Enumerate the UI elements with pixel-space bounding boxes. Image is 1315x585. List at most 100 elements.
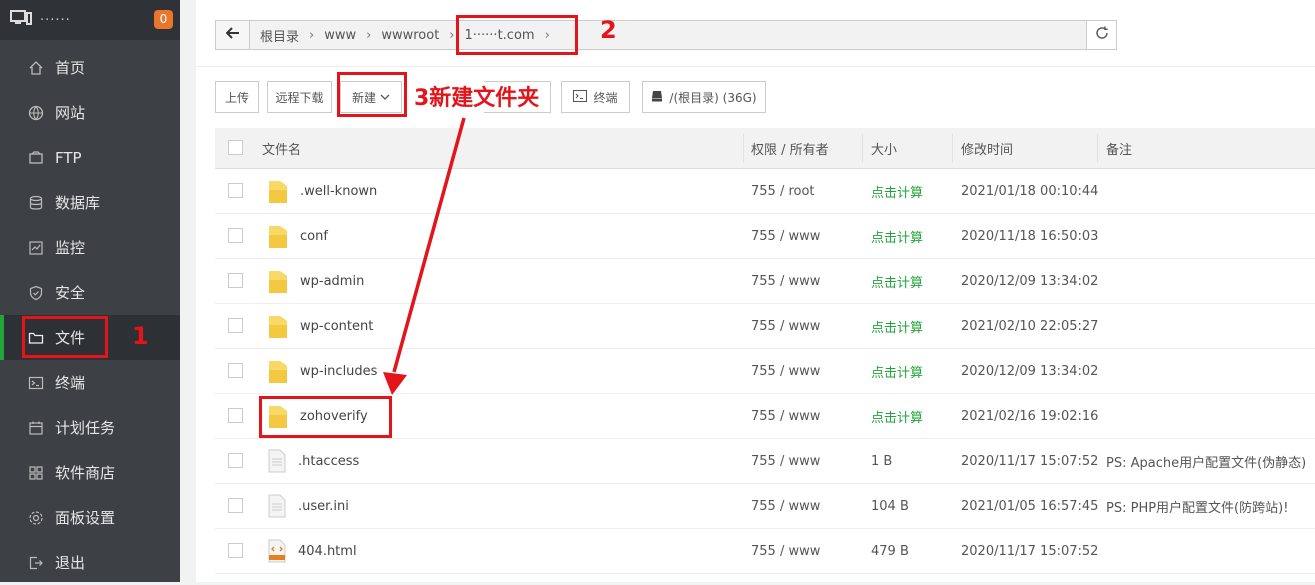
file-name[interactable]: wp-content bbox=[300, 319, 373, 334]
folder-icon bbox=[268, 178, 288, 204]
file-name-cell[interactable]: .well-known bbox=[262, 169, 377, 213]
column-header-name[interactable]: 文件名 bbox=[262, 128, 301, 168]
sidebar-item-ftp[interactable]: FTP bbox=[0, 135, 180, 180]
sidebar-item-label: FTP bbox=[55, 148, 82, 167]
breadcrumb-item-root[interactable]: 根目录 › bbox=[260, 26, 314, 45]
permission-cell[interactable]: 755 / www bbox=[751, 529, 820, 573]
upload-button[interactable]: 上传 bbox=[215, 81, 259, 113]
remote-download-button[interactable]: 远程下载 bbox=[267, 81, 332, 113]
size-cell: 479 B bbox=[871, 543, 909, 559]
column-header-size[interactable]: 大小 bbox=[871, 128, 897, 168]
size-cell[interactable]: 点击计算 bbox=[871, 169, 923, 213]
sidebar-item-home[interactable]: 首页 bbox=[0, 45, 180, 90]
breadcrumb-label: wwwroot bbox=[381, 27, 440, 43]
folder-icon bbox=[268, 313, 288, 339]
permission-cell[interactable]: 755 / root bbox=[751, 169, 815, 213]
file-name[interactable]: .user.ini bbox=[298, 499, 349, 514]
column-divider bbox=[862, 134, 863, 163]
row-checkbox[interactable] bbox=[228, 498, 243, 513]
row-checkbox[interactable] bbox=[228, 183, 243, 198]
breadcrumb-item-www[interactable]: www › bbox=[324, 28, 371, 43]
row-checkbox[interactable] bbox=[228, 363, 243, 378]
file-name[interactable]: 404.html bbox=[298, 544, 357, 559]
table-row[interactable]: .user.ini 755 / www 104 B 2021/01/05 16:57:… bbox=[215, 484, 1315, 529]
permission-cell[interactable]: 755 / www bbox=[751, 304, 820, 348]
sidebar-item-store[interactable]: 软件商店 bbox=[0, 450, 180, 495]
sidebar-item-website[interactable]: 网站 bbox=[0, 90, 180, 135]
globe-icon bbox=[27, 104, 45, 122]
breadcrumb-item-wwwroot[interactable]: wwwroot › bbox=[381, 28, 454, 43]
refresh-button[interactable] bbox=[1086, 21, 1116, 49]
back-button[interactable] bbox=[216, 21, 250, 49]
refresh-icon bbox=[1095, 26, 1109, 44]
mtime-cell: 2020/12/09 13:34:02 bbox=[961, 273, 1099, 289]
mtime-cell: 2021/02/16 19:02:16 bbox=[961, 408, 1099, 424]
permission-cell[interactable]: 755 / www bbox=[751, 439, 820, 483]
file-name-cell[interactable]: wp-includes bbox=[262, 349, 377, 393]
file-name-cell[interactable]: wp-admin bbox=[262, 259, 364, 303]
column-header-mtime[interactable]: 修改时间 bbox=[961, 128, 1013, 168]
sidebar-item-logout[interactable]: 退出 bbox=[0, 540, 180, 585]
sidebar-item-label: 数据库 bbox=[55, 194, 101, 212]
column-header-perm[interactable]: 权限 / 所有者 bbox=[751, 128, 829, 168]
monitor-logo-icon bbox=[10, 10, 32, 30]
hard-drive-icon bbox=[651, 90, 663, 105]
select-all-checkbox[interactable] bbox=[228, 140, 243, 155]
folder-icon bbox=[268, 268, 288, 294]
monitor-icon bbox=[27, 239, 45, 257]
permission-cell[interactable]: 755 / www bbox=[751, 349, 820, 393]
sidebar-item-label: 网站 bbox=[55, 104, 86, 122]
row-checkbox[interactable] bbox=[228, 318, 243, 333]
breadcrumb: 根目录 › www › wwwroot › 1······t.com › bbox=[250, 21, 1086, 49]
permission-cell[interactable]: 755 / www bbox=[751, 214, 820, 258]
file-name-cell[interactable]: wp-content bbox=[262, 304, 373, 348]
file-name[interactable]: wp-admin bbox=[300, 274, 364, 289]
row-checkbox[interactable] bbox=[228, 453, 243, 468]
file-name-cell[interactable]: .user.ini bbox=[262, 484, 349, 528]
terminal-button[interactable]: 终端 bbox=[561, 81, 630, 113]
size-cell[interactable]: 点击计算 bbox=[871, 394, 923, 438]
row-checkbox[interactable] bbox=[228, 228, 243, 243]
site-title: ······ bbox=[40, 12, 71, 28]
mtime-cell: 2021/01/05 16:57:45 bbox=[961, 498, 1099, 514]
size-cell[interactable]: 点击计算 bbox=[871, 304, 923, 348]
terminal-icon bbox=[573, 89, 588, 105]
note-cell: PS: PHP用户配置文件(防跨站)! bbox=[1106, 500, 1289, 516]
sidebar-item-cron[interactable]: 计划任务 bbox=[0, 405, 180, 450]
mtime-cell: 2020/12/09 13:34:02 bbox=[961, 363, 1099, 379]
sidebar-item-terminal[interactable]: 终端 bbox=[0, 360, 180, 405]
sidebar-item-settings[interactable]: 面板设置 bbox=[0, 495, 180, 540]
sidebar-item-label: 首页 bbox=[55, 59, 86, 77]
permission-cell[interactable]: 755 / www bbox=[751, 394, 820, 438]
table-row[interactable]: .htaccess 755 / www 1 B 2020/11/17 15:07:52… bbox=[215, 439, 1315, 484]
file-name-cell[interactable]: conf bbox=[262, 214, 328, 258]
folder-icon bbox=[268, 358, 288, 384]
file-name-cell[interactable]: 404.html bbox=[262, 529, 357, 573]
sidebar-item-database[interactable]: 数据库 bbox=[0, 180, 180, 225]
file-name[interactable]: .well-known bbox=[300, 184, 377, 199]
file-name[interactable]: conf bbox=[300, 229, 328, 244]
row-checkbox[interactable] bbox=[228, 273, 243, 288]
size-cell: 104 B bbox=[871, 498, 909, 514]
table-row[interactable]: 404.html 755 / www 479 B 2020/11/17 15:07:5… bbox=[215, 529, 1315, 574]
file-name-cell[interactable]: .htaccess bbox=[262, 439, 359, 483]
folder-icon bbox=[268, 223, 288, 249]
column-divider bbox=[952, 134, 953, 163]
size-cell[interactable]: 点击计算 bbox=[871, 214, 923, 258]
notification-badge[interactable]: 0 bbox=[154, 10, 173, 29]
permission-cell[interactable]: 755 / www bbox=[751, 259, 820, 303]
sidebar-item-security[interactable]: 安全 bbox=[0, 270, 180, 315]
size-cell[interactable]: 点击计算 bbox=[871, 259, 923, 303]
annotation-box-path bbox=[456, 15, 578, 55]
size-cell[interactable]: 点击计算 bbox=[871, 349, 923, 393]
file-name[interactable]: wp-includes bbox=[300, 364, 377, 379]
permission-cell[interactable]: 755 / www bbox=[751, 484, 820, 528]
disk-button[interactable]: /(根目录) (36G) bbox=[642, 81, 766, 113]
file-name[interactable]: .htaccess bbox=[298, 454, 359, 469]
annotation-arrow bbox=[383, 117, 466, 395]
terminal-icon bbox=[27, 374, 45, 392]
row-checkbox[interactable] bbox=[228, 543, 243, 558]
row-checkbox[interactable] bbox=[228, 408, 243, 423]
html-file-icon bbox=[268, 539, 286, 563]
sidebar-item-monitor[interactable]: 监控 bbox=[0, 225, 180, 270]
